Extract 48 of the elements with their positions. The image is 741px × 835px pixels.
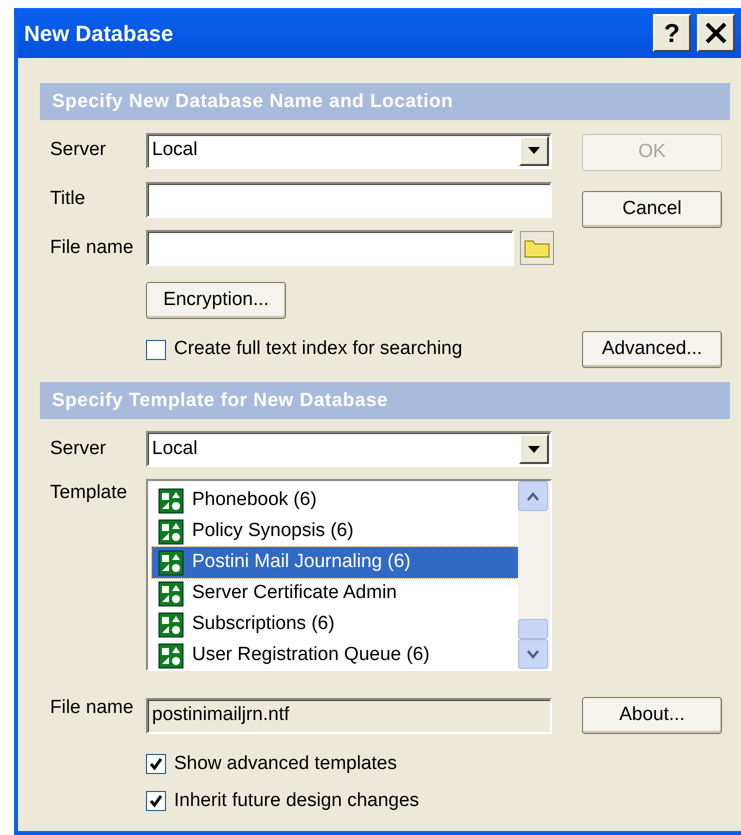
field-label: File name (49, 236, 134, 260)
scrollbar[interactable] (518, 481, 550, 669)
field-label: Server (49, 436, 107, 461)
close-icon (704, 21, 728, 45)
encryption-button[interactable]: Encryption... (146, 282, 286, 319)
about-button[interactable]: About... (582, 697, 722, 734)
database-icon (158, 550, 184, 576)
field-label: Title (49, 187, 86, 212)
dropdown-button[interactable] (519, 136, 549, 166)
combo-box[interactable]: Local (146, 132, 552, 168)
scroll-up-button[interactable] (518, 481, 548, 511)
list-item[interactable]: Postini Mail Journaling (6) (152, 547, 518, 578)
database-icon (158, 642, 184, 668)
advanced-button[interactable]: Advanced... (582, 331, 722, 368)
checkbox-label: Show advanced templates (174, 752, 397, 776)
checkbox[interactable] (146, 754, 166, 774)
database-icon (158, 518, 184, 544)
field-label: Server (49, 138, 107, 162)
database-icon (158, 488, 184, 514)
help-button[interactable]: ? (653, 14, 691, 52)
close-button[interactable] (697, 14, 735, 52)
list-item[interactable]: Policy Synopsis (6) (152, 516, 518, 547)
list-item[interactable]: User Registration Queue (6) (152, 640, 518, 671)
template-list[interactable]: Phonebook (6) Policy Synopsis (6) Postini Mail Journaling (6) Server Certificate Admin Subscriptions (6) User Registration Queue (6) (146, 479, 552, 671)
combo-box[interactable]: Local (146, 431, 552, 467)
cancel-button[interactable]: Cancel (582, 191, 722, 228)
dropdown-button[interactable] (519, 434, 549, 464)
text-field[interactable] (146, 230, 514, 266)
field-label: File name (49, 696, 134, 720)
database-icon (158, 580, 184, 606)
scroll-down-button[interactable] (518, 639, 548, 669)
field-label: Template (49, 481, 128, 505)
folder-icon[interactable] (520, 231, 554, 265)
list-item[interactable]: Subscriptions (6) (152, 609, 518, 640)
checkbox-label: Inherit future design changes (174, 788, 420, 812)
database-icon (158, 612, 184, 638)
checkbox-label: Create full text index for searching (174, 337, 462, 362)
checkbox[interactable] (146, 790, 166, 811)
list-item[interactable]: Server Certificate Admin (152, 578, 518, 609)
checkbox[interactable] (146, 340, 166, 360)
window-title: New Database (24, 20, 174, 48)
dropdown-arrow-icon (527, 146, 541, 155)
dropdown-arrow-icon (527, 444, 541, 454)
text-field[interactable] (146, 182, 552, 218)
section-heading: Specify New Database Name and Location (40, 83, 730, 120)
section-heading: Specify Template for New Database (40, 382, 730, 419)
scroll-thumb[interactable] (518, 619, 548, 639)
list-item[interactable]: Phonebook (6) (152, 485, 518, 516)
